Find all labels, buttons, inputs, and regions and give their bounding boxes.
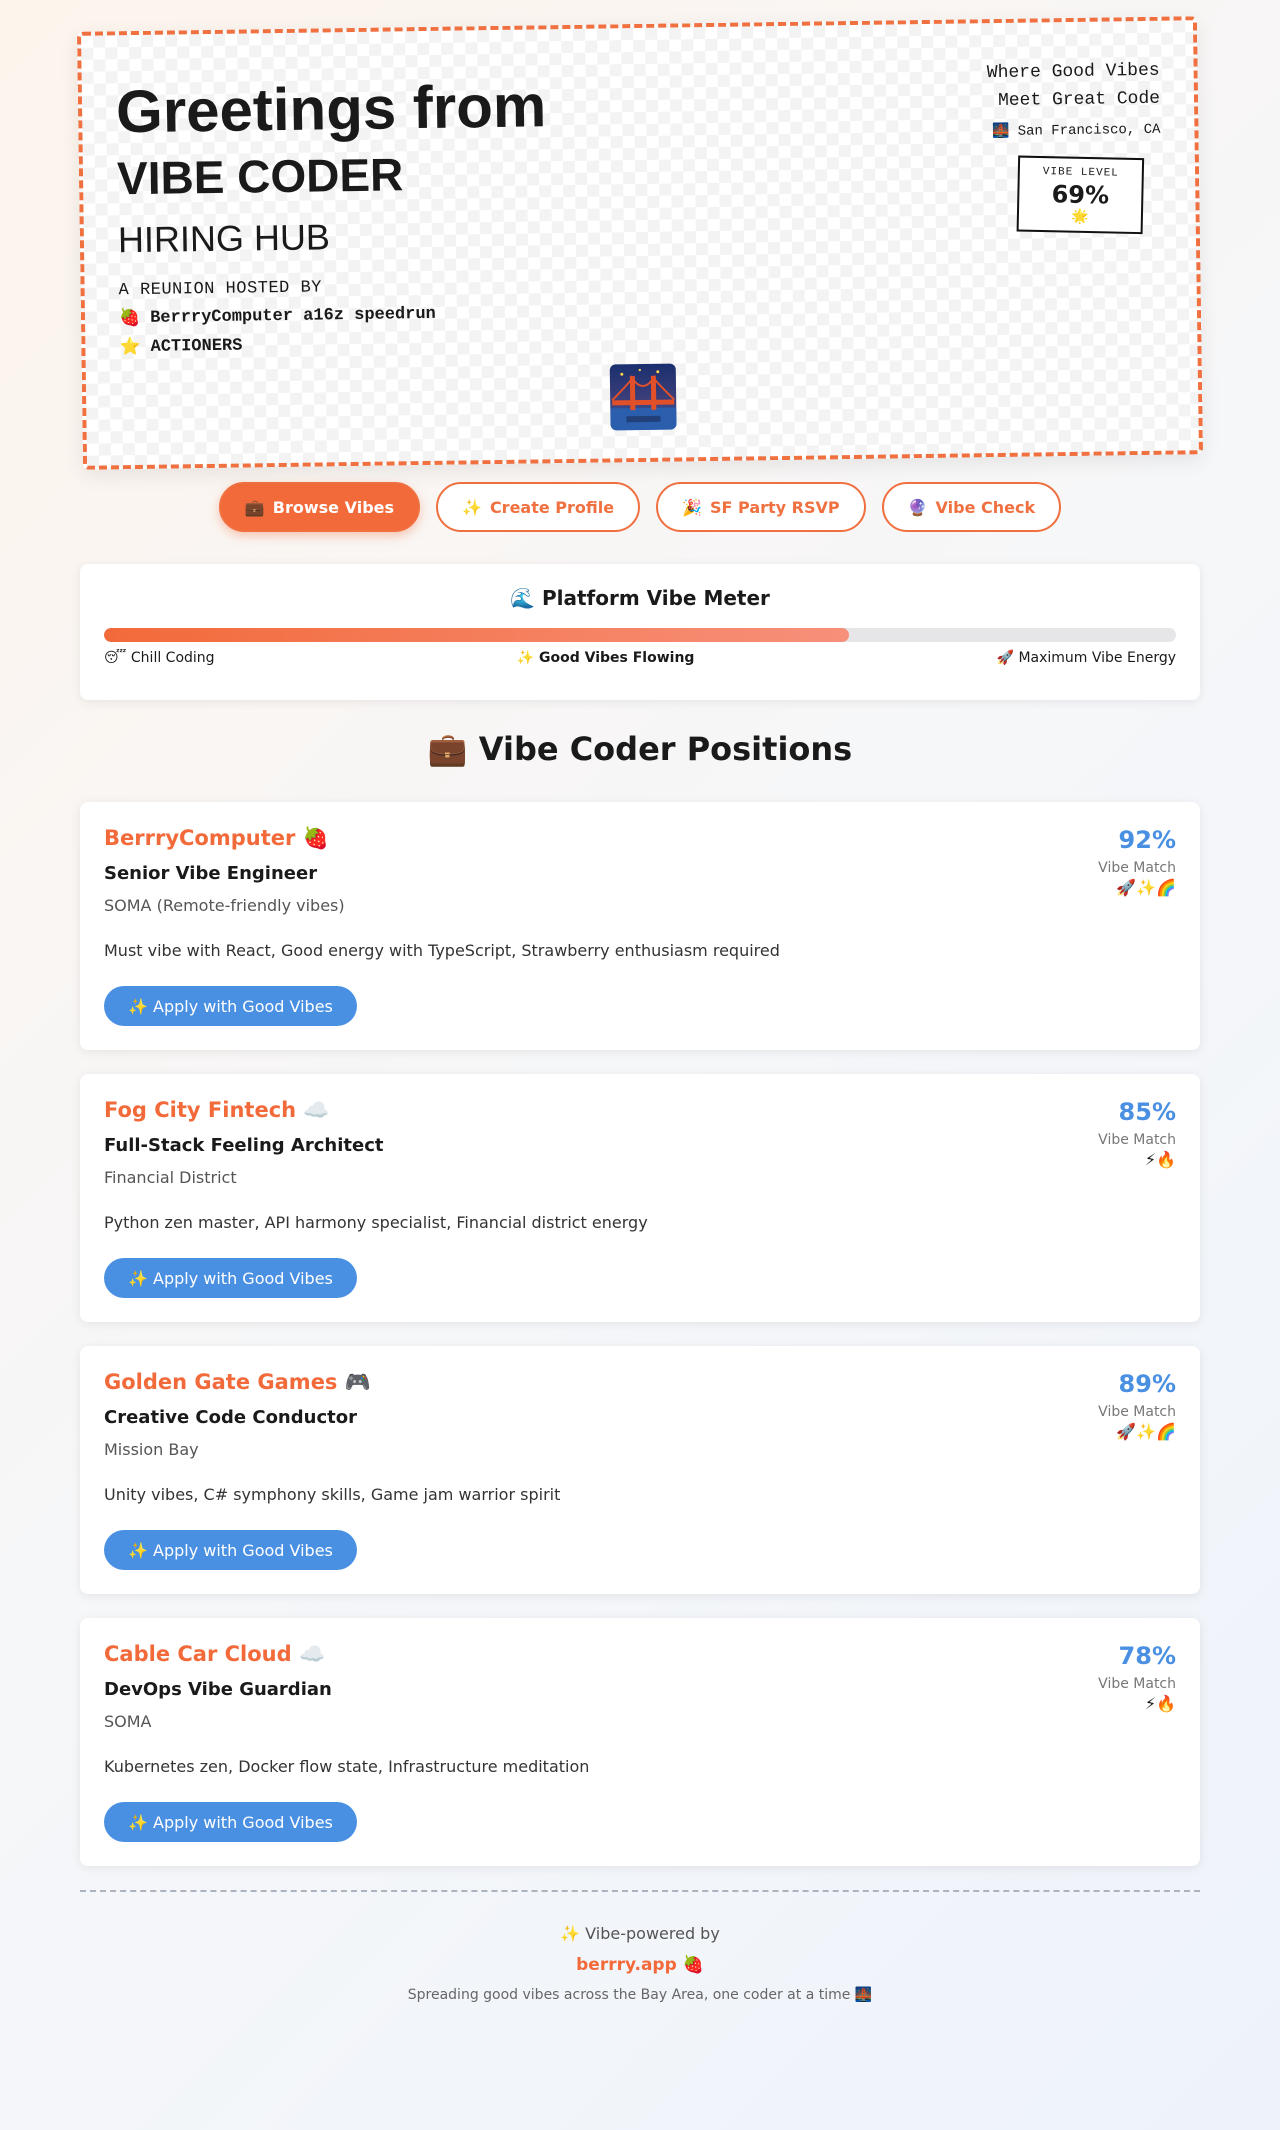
nav-label: Create Profile xyxy=(489,497,615,517)
match-value: 85% xyxy=(1118,1098,1176,1126)
positions-heading-text: Vibe Coder Positions xyxy=(478,730,853,768)
location-text: San Francisco, CA xyxy=(1017,121,1161,140)
job-description: Kubernetes zen, Docker flow state, Infra… xyxy=(104,1757,590,1776)
apply-button[interactable]: ✨ Apply with Good Vibes xyxy=(104,1530,357,1570)
job-card: Fog City Fintech ☁️ Full-Stack Feeling A… xyxy=(80,1074,1200,1322)
hosted-by-label: A REUNION HOSTED BY xyxy=(118,278,323,301)
match-label: Vibe Match xyxy=(1098,1676,1176,1692)
nav-label: SF Party RSVP xyxy=(710,497,840,517)
job-role: Creative Code Conductor xyxy=(104,1407,357,1428)
footer-tagline: Spreading good vibes across the Bay Area… xyxy=(407,1987,873,2003)
match-label: Vibe Match xyxy=(1098,1404,1176,1420)
hero-postcard: Greetings from VIBE CODER HIRING HUB A R… xyxy=(76,16,1204,470)
strawberry-icon: 🍓 xyxy=(118,309,141,330)
hero-left: Greetings from VIBE CODER HIRING HUB A R… xyxy=(115,72,550,359)
job-description: Unity vibes, C# symphony skills, Game ja… xyxy=(104,1485,561,1504)
positions-heading: 💼 Vibe Coder Positions xyxy=(80,730,1200,768)
meter-label-left: 😴 Chill Coding xyxy=(104,650,215,666)
apply-button[interactable]: ✨ Apply with Good Vibes xyxy=(104,986,357,1026)
match-label: Vibe Match xyxy=(1098,1132,1176,1148)
host-line-2: ⭐ ACTIONERS xyxy=(119,331,549,359)
bridge-icon: 🌉 xyxy=(992,123,1010,141)
apply-button[interactable]: ✨ Apply with Good Vibes xyxy=(104,1258,357,1298)
crystal-ball-icon: 🔮 xyxy=(907,497,928,517)
nav-vibe-check[interactable]: 🔮 Vibe Check xyxy=(881,482,1062,532)
stamp-value: 69% xyxy=(1051,180,1110,210)
vibe-level-stamp: VIBE LEVEL 69% 🌟 xyxy=(1016,155,1145,235)
tagline-line1: Where Good Vibes xyxy=(986,60,1160,84)
job-role: Senior Vibe Engineer xyxy=(104,863,318,884)
footer: ✨ Vibe-powered by berrry.app 🍓 Spreading… xyxy=(80,1890,1200,2003)
vibe-match: 92% Vibe Match 🚀✨🌈 xyxy=(1098,826,1176,897)
job-location: Financial District xyxy=(104,1168,237,1187)
job-card: Golden Gate Games 🎮 Creative Code Conduc… xyxy=(80,1346,1200,1594)
hero-title-line1: Greetings from xyxy=(115,72,547,146)
tagline-line2: Meet Great Code xyxy=(997,88,1161,111)
nav-label: Vibe Check xyxy=(935,497,1036,517)
nav-sf-party-rsvp[interactable]: 🎉 SF Party RSVP xyxy=(656,482,866,532)
job-card: BerrryComputer 🍓 Senior Vibe Engineer SO… xyxy=(80,802,1200,1050)
job-location: Mission Bay xyxy=(104,1440,199,1459)
hero-title-line3: HIRING HUB xyxy=(117,216,331,261)
briefcase-icon: 💼 xyxy=(244,497,265,517)
match-emoji-icons: 🚀✨🌈 xyxy=(1116,878,1176,897)
star-icon: ⭐ xyxy=(119,338,141,359)
vibe-match: 89% Vibe Match 🚀✨🌈 xyxy=(1098,1370,1176,1441)
host-name: BerrryComputer a16z speedrun xyxy=(150,304,436,328)
match-value: 78% xyxy=(1118,1642,1176,1670)
meter-labels: 😴 Chill Coding ✨ Good Vibes Flowing 🚀 Ma… xyxy=(104,650,1176,666)
main-nav: 💼 Browse Vibes ✨ Create Profile 🎉 SF Par… xyxy=(80,482,1200,532)
match-emoji-icons: 🚀✨🌈 xyxy=(1116,1422,1176,1441)
job-description: Python zen master, API harmony specialis… xyxy=(104,1213,648,1232)
match-emoji-icons: ⚡🔥 xyxy=(1144,1694,1176,1713)
vibe-match: 85% Vibe Match ⚡🔥 xyxy=(1098,1098,1176,1169)
footer-powered-by: ✨ Vibe-powered by xyxy=(560,1924,720,1943)
nav-label: Browse Vibes xyxy=(272,497,395,517)
stamp-label: VIBE LEVEL xyxy=(1042,166,1119,180)
job-description: Must vibe with React, Good energy with T… xyxy=(104,941,780,960)
meter-title-text: Platform Vibe Meter xyxy=(541,586,770,610)
job-location: SOMA xyxy=(104,1712,152,1731)
job-company: Golden Gate Games 🎮 xyxy=(104,1370,371,1394)
briefcase-icon: 💼 xyxy=(427,730,468,768)
host-name: ACTIONERS xyxy=(150,336,243,357)
sparkles-icon: ✨ xyxy=(462,497,482,517)
location: 🌉 San Francisco, CA xyxy=(988,121,1161,140)
wave-icon: 🌊 xyxy=(510,586,535,610)
nav-create-profile[interactable]: ✨ Create Profile xyxy=(436,482,641,532)
match-value: 89% xyxy=(1118,1370,1176,1398)
job-company: Fog City Fintech ☁️ xyxy=(104,1098,330,1122)
job-role: DevOps Vibe Guardian xyxy=(104,1679,332,1700)
job-card: Cable Car Cloud ☁️ DevOps Vibe Guardian … xyxy=(80,1618,1200,1866)
job-company: BerrryComputer 🍓 xyxy=(104,826,329,850)
match-emoji-icons: ⚡🔥 xyxy=(1144,1150,1176,1169)
match-label: Vibe Match xyxy=(1098,860,1176,876)
footer-link[interactable]: berrry.app 🍓 xyxy=(80,1955,1200,1975)
match-value: 92% xyxy=(1118,826,1176,854)
meter-label-mid: ✨ Good Vibes Flowing xyxy=(516,650,695,666)
party-popper-icon: 🎉 xyxy=(682,497,703,517)
vibe-match: 78% Vibe Match ⚡🔥 xyxy=(1098,1642,1176,1713)
vibe-meter-fill xyxy=(104,628,850,642)
host-line-1: 🍓 BerrryComputer a16z speedrun xyxy=(119,302,549,329)
job-company: Cable Car Cloud ☁️ xyxy=(104,1642,326,1666)
meter-title: 🌊 Platform Vibe Meter xyxy=(104,586,1176,610)
job-location: SOMA (Remote-friendly vibes) xyxy=(104,896,345,915)
meter-label-right: 🚀 Maximum Vibe Energy xyxy=(996,650,1176,666)
nav-browse-vibes[interactable]: 💼 Browse Vibes xyxy=(218,482,421,532)
glowing-star-icon: 🌟 xyxy=(1071,209,1089,227)
hero-title-line2: VIBE CODER xyxy=(116,148,404,205)
vibe-meter-card: 🌊 Platform Vibe Meter 😴 Chill Coding ✨ G… xyxy=(80,564,1200,700)
golden-gate-bridge-icon xyxy=(609,363,677,431)
vibe-meter-track xyxy=(104,628,1176,642)
apply-button[interactable]: ✨ Apply with Good Vibes xyxy=(104,1802,357,1842)
job-role: Full-Stack Feeling Architect xyxy=(104,1135,384,1156)
hero-right: Where Good Vibes Meet Great Code 🌉 San F… xyxy=(986,57,1162,235)
job-list: BerrryComputer 🍓 Senior Vibe Engineer SO… xyxy=(80,802,1200,1866)
